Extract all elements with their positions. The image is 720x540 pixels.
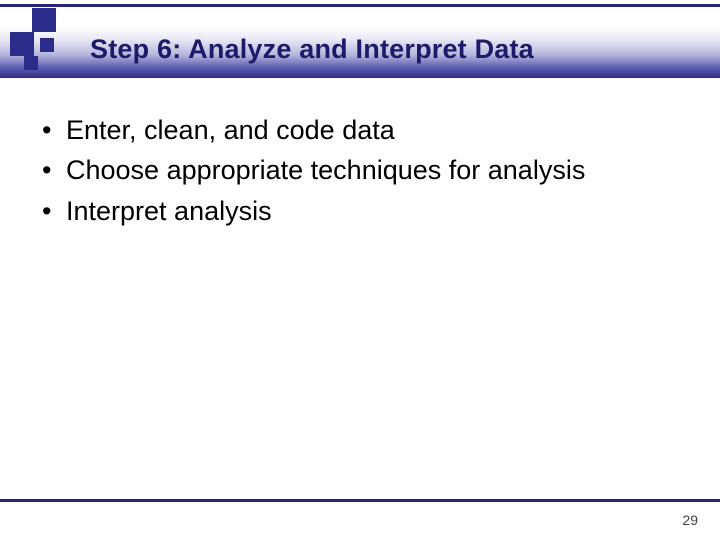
list-item: Choose appropriate techniques for analys…	[36, 152, 680, 188]
list-item: Enter, clean, and code data	[36, 112, 680, 148]
slide-title: Step 6: Analyze and Interpret Data	[90, 34, 534, 65]
decorative-squares-icon	[10, 8, 66, 80]
top-divider	[0, 4, 720, 7]
page-number: 29	[682, 512, 698, 528]
bullet-list: Enter, clean, and code data Choose appro…	[36, 112, 680, 229]
list-item: Interpret analysis	[36, 193, 680, 229]
bottom-divider	[0, 499, 720, 502]
slide-body: Enter, clean, and code data Choose appro…	[36, 112, 680, 233]
